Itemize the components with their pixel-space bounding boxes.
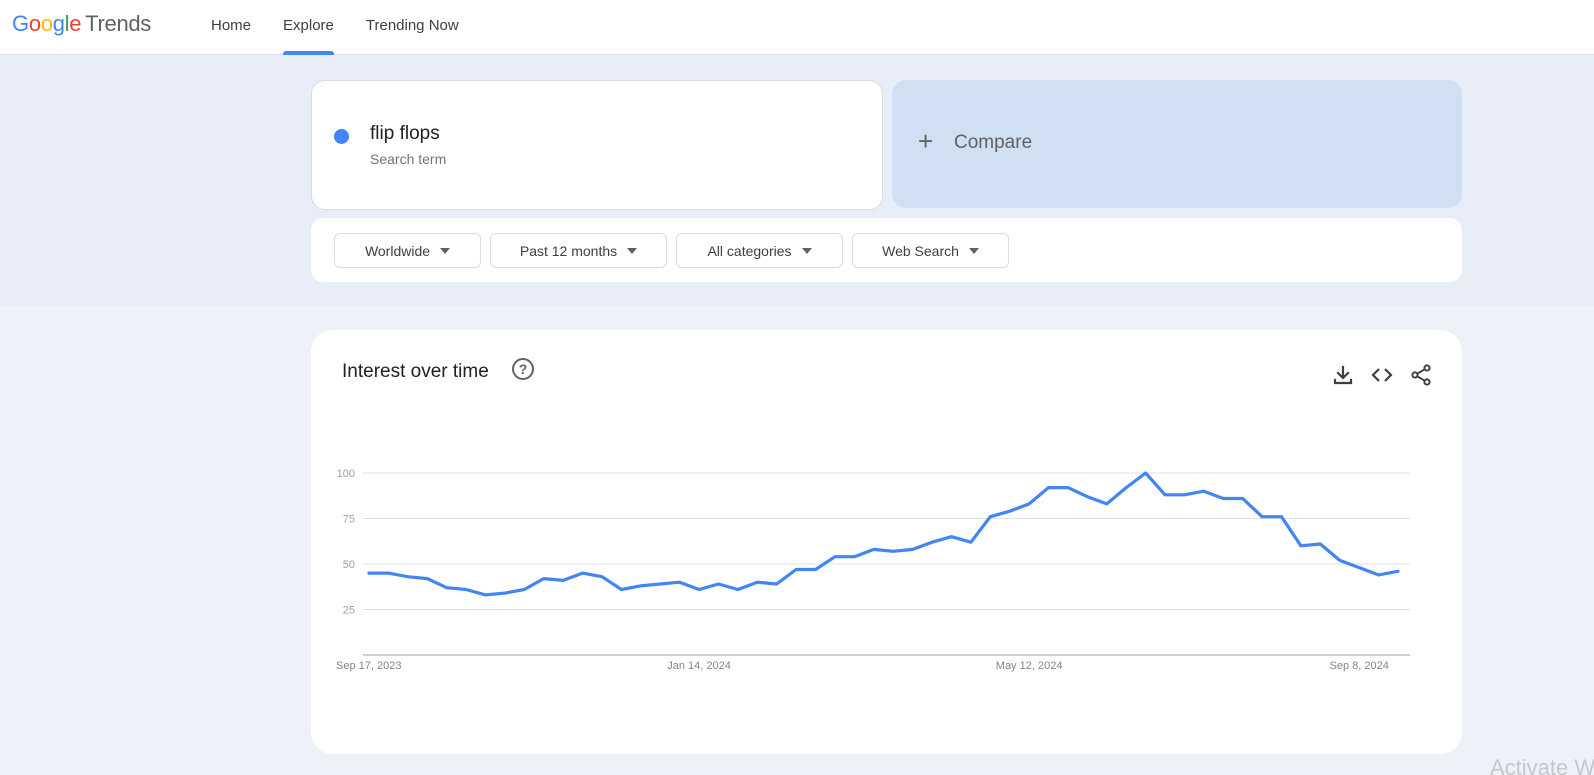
nav-home[interactable]: Home (195, 0, 267, 55)
caret-down-icon (440, 247, 451, 254)
top-bar: Google Trends Home Explore Trending Now (0, 0, 1594, 55)
term-color-dot (334, 129, 349, 144)
search-term-name[interactable]: flip flops (370, 123, 440, 145)
y-tick-label: 75 (343, 514, 355, 526)
data-point (1163, 493, 1166, 496)
data-point (950, 535, 953, 538)
data-point (736, 588, 739, 591)
x-tick-label: Sep 8, 2024 (1329, 660, 1388, 672)
y-tick-label: 50 (343, 559, 355, 571)
filter-bar: Worldwide Past 12 months All categories … (311, 218, 1462, 282)
filter-label: All categories (707, 242, 792, 259)
data-point (387, 572, 390, 575)
data-point (872, 548, 875, 551)
data-point (989, 515, 992, 518)
data-point (775, 582, 778, 585)
data-point (1377, 573, 1380, 576)
logo-letter: o (28, 11, 41, 36)
data-point (1280, 515, 1283, 518)
data-point (911, 548, 914, 551)
filter-category[interactable]: All categories (676, 233, 843, 268)
data-point (697, 588, 700, 591)
google-trends-logo[interactable]: Google Trends (12, 11, 151, 37)
data-point (1299, 544, 1302, 547)
filter-search-type[interactable]: Web Search (852, 233, 1009, 268)
data-point (1028, 502, 1031, 505)
data-point (1319, 542, 1322, 545)
data-point (620, 588, 623, 591)
data-point (853, 555, 856, 558)
search-term-card[interactable]: flip flops Search term (311, 80, 883, 210)
data-point (659, 582, 662, 585)
search-term-type: Search term (370, 151, 447, 167)
data-point (814, 568, 817, 571)
data-point (1144, 471, 1147, 474)
logo-letter: o (40, 11, 53, 36)
data-point (542, 577, 545, 580)
data-point (833, 555, 836, 558)
compare-button[interactable]: + Compare (892, 80, 1462, 208)
data-point (639, 584, 642, 587)
caret-down-icon (627, 247, 638, 254)
caret-down-icon (968, 247, 979, 254)
filter-location[interactable]: Worldwide (334, 233, 481, 268)
data-point (1183, 493, 1186, 496)
filter-label: Past 12 months (519, 242, 618, 259)
y-tick-label: 100 (337, 468, 355, 480)
filter-label: Web Search (882, 242, 959, 259)
logo-letter: g (52, 11, 65, 36)
data-point (1066, 486, 1069, 489)
nav-trending-now[interactable]: Trending Now (350, 0, 475, 55)
plus-icon: + (918, 126, 934, 156)
data-point (406, 575, 409, 578)
data-point (562, 579, 565, 582)
interest-line-chart: 25 50 75 100 Sep 17, 2023 Jan 14, 2024 May 12,… (336, 468, 1410, 672)
data-point (795, 568, 798, 571)
data-point (892, 550, 895, 553)
logo-letter: G (12, 11, 29, 36)
nav-explore[interactable]: Explore (267, 0, 350, 55)
data-point (969, 541, 972, 544)
x-tick-label: Jan 14, 2024 (667, 660, 731, 672)
x-tick-label: Sep 17, 2023 (336, 660, 401, 672)
x-tick-label: May 12, 2024 (996, 660, 1063, 672)
data-point (445, 586, 448, 589)
data-point (523, 588, 526, 591)
data-point (1241, 497, 1244, 500)
data-point (1358, 566, 1361, 569)
data-point (581, 572, 584, 575)
filter-label: Worldwide (364, 242, 431, 259)
data-point (1105, 502, 1108, 505)
data-point (1202, 490, 1205, 493)
data-point (1086, 495, 1089, 498)
data-point (1047, 486, 1050, 489)
os-activation-watermark: Activate W (1490, 755, 1594, 775)
caret-down-icon (801, 247, 812, 254)
data-point (1260, 515, 1263, 518)
data-point (717, 582, 720, 585)
data-point (930, 541, 933, 544)
data-point (367, 572, 370, 575)
data-point (426, 577, 429, 580)
data-point (756, 581, 759, 584)
compare-label: Compare (954, 132, 1033, 153)
data-point (600, 575, 603, 578)
data-point (1125, 486, 1128, 489)
main-nav: Home Explore Trending Now (195, 0, 475, 55)
logo-suffix: Trends (85, 11, 152, 36)
data-point (484, 593, 487, 596)
data-point (1338, 559, 1341, 562)
series-line-flip-flops (367, 471, 1400, 597)
data-point (678, 581, 681, 584)
y-tick-label: 25 (343, 605, 355, 617)
data-point (464, 588, 467, 591)
logo-letter: e (69, 11, 82, 36)
data-point (1396, 570, 1399, 573)
data-point (1008, 510, 1011, 513)
filter-time-range[interactable]: Past 12 months (490, 233, 667, 268)
data-point (1222, 497, 1225, 500)
interest-over-time-card: Interest over time ? 25 50 75 100 Sep 17, 20… (311, 330, 1462, 754)
data-point (503, 592, 506, 595)
